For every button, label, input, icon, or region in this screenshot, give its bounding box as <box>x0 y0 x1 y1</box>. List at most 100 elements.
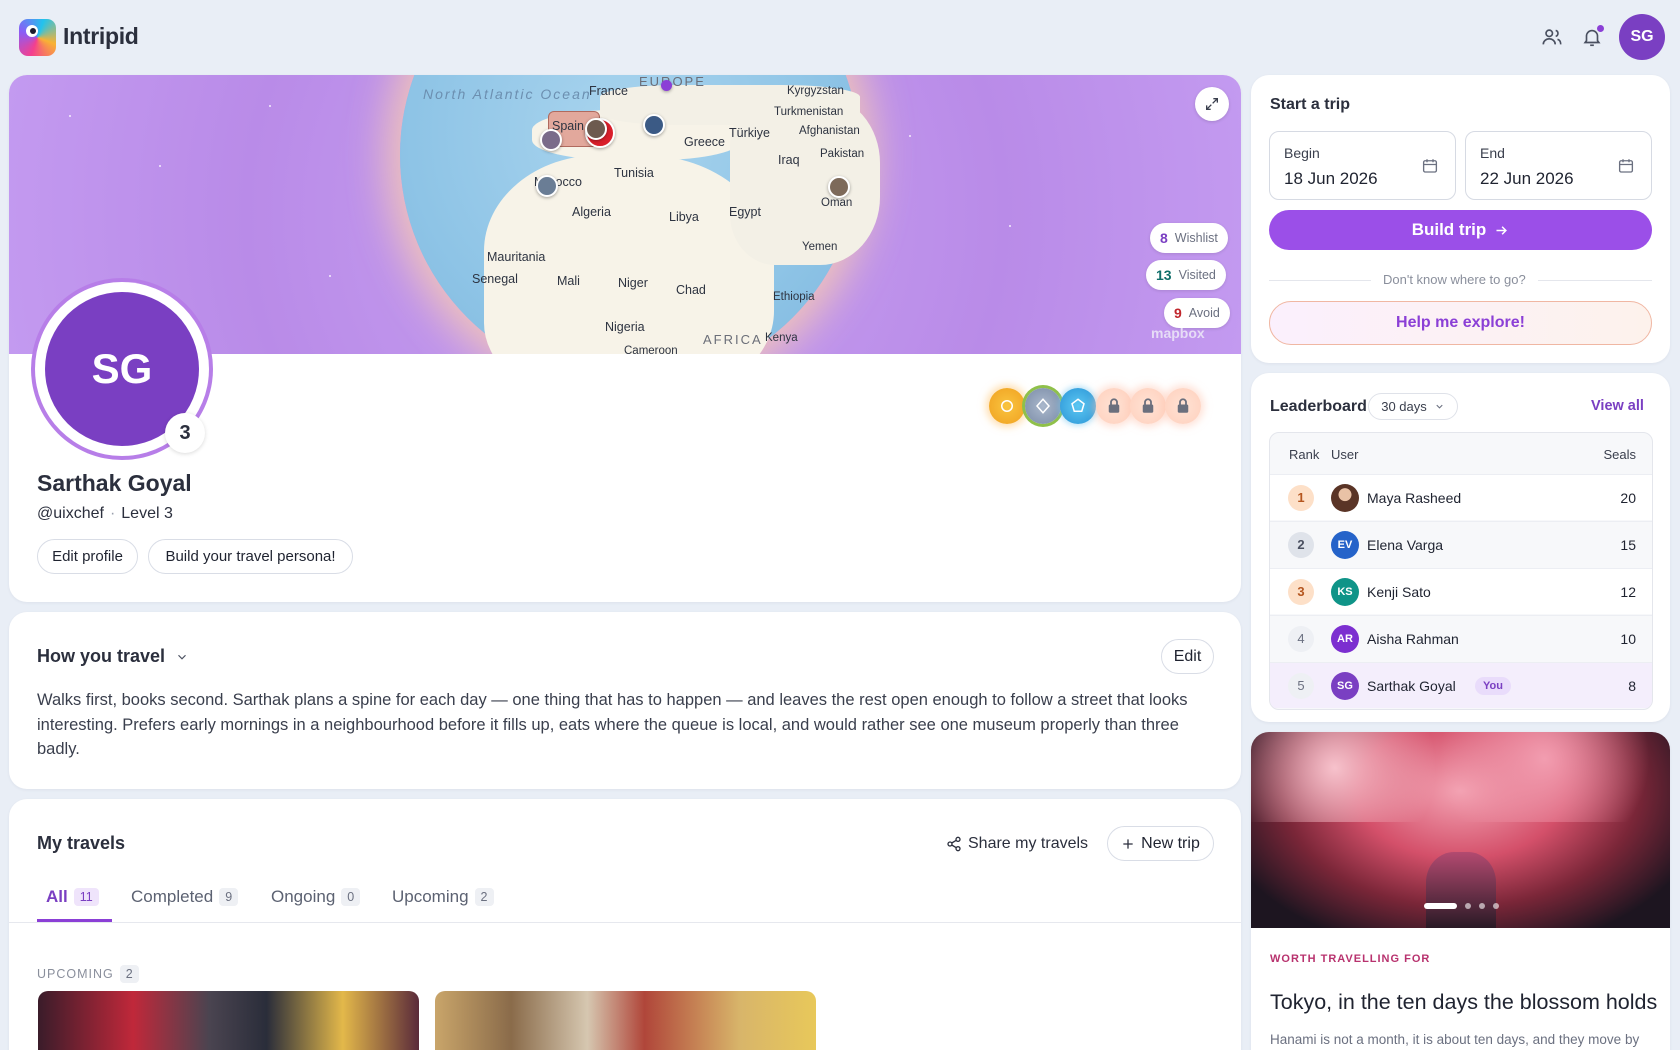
table-row[interactable]: 3 KS Kenji Sato 12 <box>1270 568 1652 614</box>
calendar-icon <box>1422 159 1438 173</box>
map-pin[interactable] <box>643 114 665 136</box>
how-you-travel-title: How you travel <box>37 646 166 666</box>
carousel-dot-active[interactable] <box>1424 903 1457 909</box>
country-label: France <box>589 84 628 98</box>
view-all-link[interactable]: View all <box>1591 398 1644 414</box>
country-label: Kyrgyzstan <box>787 85 844 97</box>
country-label: Egypt <box>729 205 761 219</box>
user-avatar[interactable]: SG <box>1619 14 1665 60</box>
start-trip-title: Start a trip <box>1270 96 1351 113</box>
visited-stat[interactable]: 13 Visited <box>1146 260 1226 290</box>
country-label: Türkiye <box>729 126 770 140</box>
avatar: EV <box>1331 530 1359 559</box>
tab-all[interactable]: All 11 <box>46 887 99 907</box>
build-trip-button[interactable]: Build trip <box>1269 210 1652 250</box>
map-pin[interactable] <box>536 175 558 197</box>
blossom-texture <box>1251 732 1670 822</box>
table-row[interactable]: 4 AR Aisha Rahman 10 <box>1270 615 1652 661</box>
new-trip-button[interactable]: New trip <box>1107 826 1214 861</box>
bell-icon[interactable] <box>1578 23 1606 51</box>
help-explore-button[interactable]: Help me explore! <box>1269 301 1652 345</box>
begin-date-field[interactable]: Begin 18 Jun 2026 <box>1269 131 1456 200</box>
chevron-down-icon <box>1436 404 1443 409</box>
carousel-dot[interactable] <box>1493 903 1499 909</box>
app-logo[interactable] <box>19 19 56 56</box>
chevron-down-icon <box>178 654 186 660</box>
expand-icon[interactable] <box>1195 87 1229 121</box>
feature-image[interactable] <box>1251 732 1670 928</box>
end-date-field[interactable]: End 22 Jun 2026 <box>1465 131 1652 200</box>
my-travels-title: My travels <box>37 833 126 853</box>
tabs-divider <box>9 922 1241 923</box>
feature-card[interactable]: WORTH TRAVELLING FOR Tokyo, in the ten d… <box>1251 732 1670 1050</box>
avatar <box>1331 483 1359 512</box>
silver-seal-badge[interactable] <box>1025 388 1061 424</box>
trip-card-image[interactable] <box>38 991 419 1050</box>
table-row[interactable]: 5 SG Sarthak Goyal You 8 <box>1270 662 1652 708</box>
map-pin[interactable] <box>585 118 607 140</box>
country-label: Cameroon <box>624 345 678 354</box>
share-travels-button[interactable]: Share my travels <box>946 835 1088 853</box>
country-label: Senegal <box>472 272 518 286</box>
country-label: Pakistan <box>820 148 865 160</box>
blue-seal-badge[interactable] <box>1060 388 1096 424</box>
profile-name: Sarthak Goyal <box>37 470 192 496</box>
avatar: SG <box>1331 671 1359 700</box>
notification-dot <box>1597 25 1604 32</box>
build-persona-button[interactable]: Build your travel persona! <box>148 539 353 574</box>
lock-icon <box>1096 388 1132 424</box>
lock-icon <box>1130 388 1166 424</box>
begin-value: 18 Jun 2026 <box>1284 169 1378 188</box>
country-label: Kenya <box>765 332 798 344</box>
feature-body: Hanami is not a month, it is about ten d… <box>1270 1032 1640 1047</box>
country-label: Ethiopia <box>773 291 815 303</box>
calendar-icon <box>1618 159 1634 173</box>
lock-icon <box>1165 388 1201 424</box>
avatar: KS <box>1331 577 1359 606</box>
edit-profile-button[interactable]: Edit profile <box>37 539 138 574</box>
table-row[interactable]: 2 EV Elena Varga 15 <box>1270 521 1652 567</box>
carousel-dot[interactable] <box>1479 903 1485 909</box>
leaderboard-table: Rank User Seals 1 Maya Rasheed 20 2 EV E… <box>1269 432 1653 710</box>
arrow-right-icon <box>1496 225 1508 235</box>
col-user: User <box>1331 447 1359 462</box>
table-row[interactable]: 1 Maya Rasheed 20 <box>1270 474 1652 520</box>
meta-separator: · <box>109 505 116 522</box>
end-label: End <box>1480 145 1505 161</box>
avoid-stat[interactable]: 9 Avoid <box>1164 298 1230 328</box>
profile-avatar-ring: SG 3 <box>35 282 209 456</box>
map-pin[interactable] <box>828 176 850 198</box>
tab-ongoing[interactable]: Ongoing 0 <box>271 887 361 907</box>
people-icon[interactable] <box>1538 23 1566 51</box>
tab-completed[interactable]: Completed 9 <box>131 887 239 907</box>
share-icon <box>947 836 961 852</box>
edit-travel-style-button[interactable]: Edit <box>1161 639 1214 674</box>
share-label: Share my travels <box>968 835 1089 852</box>
map-pin[interactable] <box>661 80 672 91</box>
wishlist-stat[interactable]: 8 Wishlist <box>1150 223 1228 253</box>
avatar: AR <box>1331 624 1359 653</box>
new-trip-label: New trip <box>1141 834 1200 852</box>
ocean-label: North Atlantic Ocean <box>423 86 592 102</box>
profile-handle: @uixchef <box>37 505 104 522</box>
period-dropdown[interactable]: 30 days <box>1368 393 1458 420</box>
travel-map[interactable]: North Atlantic Ocean EUROPE AFRICA Spain… <box>9 75 1241 354</box>
level-badge: 3 <box>165 413 205 453</box>
gold-seal-badge[interactable] <box>989 388 1025 424</box>
end-value: 22 Jun 2026 <box>1480 169 1574 188</box>
country-label: Niger <box>618 276 648 290</box>
trip-card-image[interactable] <box>435 991 816 1050</box>
travel-style-description: Walks first, books second. Sarthak plans… <box>37 691 1188 758</box>
mapbox-attribution: mapbox <box>1151 325 1205 341</box>
divider-text: Don't know where to go? <box>1371 272 1538 287</box>
tab-upcoming[interactable]: Upcoming 2 <box>392 887 494 907</box>
map-pin[interactable] <box>540 129 562 151</box>
country-label: Greece <box>684 135 725 149</box>
how-you-travel-toggle[interactable]: How you travel <box>37 646 189 667</box>
build-trip-label: Build trip <box>1411 220 1487 239</box>
leaderboard-card: Leaderboard 30 days View all Rank User S… <box>1251 373 1670 722</box>
col-seals: Seals <box>1603 447 1636 462</box>
country-label: Yemen <box>802 241 838 253</box>
you-badge: You <box>1475 676 1511 695</box>
carousel-dot[interactable] <box>1465 903 1471 909</box>
